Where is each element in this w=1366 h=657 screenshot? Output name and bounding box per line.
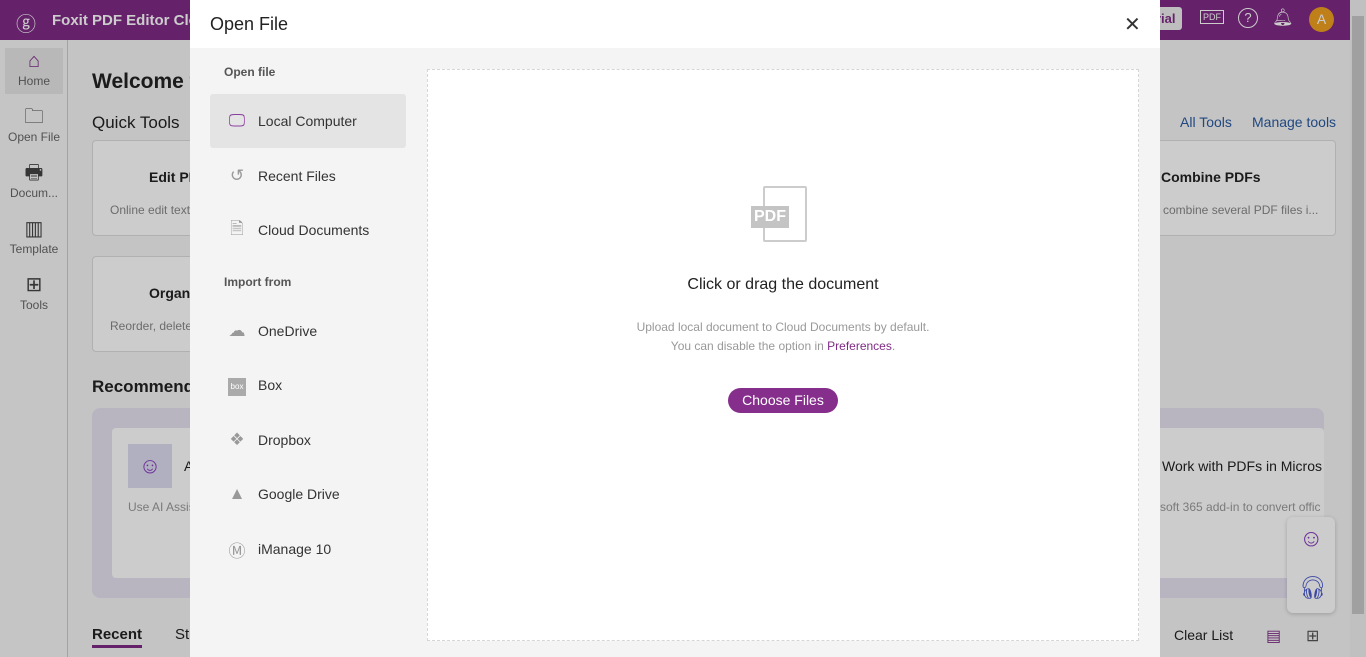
pdf-file-icon: PDF — [751, 186, 807, 242]
google-drive-icon: ▲ — [228, 484, 246, 503]
nav-imanage[interactable]: ⓂiManage 10 — [210, 522, 406, 576]
nav-label: Cloud Documents — [258, 222, 370, 238]
dropbox-icon: ❖ — [229, 430, 245, 449]
dialog-title: Open File — [210, 14, 289, 34]
nav-label: Dropbox — [258, 432, 311, 448]
hint-text: You can disable the option in — [670, 339, 828, 353]
nav-dropbox[interactable]: ❖ Dropbox — [210, 413, 406, 467]
nav-google-drive[interactable]: ▲ Google Drive — [210, 467, 406, 521]
dialog-header: Open File ✕ — [190, 0, 1160, 48]
section-import-from: Import from — [224, 275, 292, 289]
drop-hint-2: You can disable the option in Preference… — [428, 339, 1138, 353]
drop-title: Click or drag the document — [687, 276, 879, 293]
nav-local-computer[interactable]: 🖵 Local Computer — [210, 94, 406, 148]
imanage-icon: Ⓜ — [228, 541, 246, 561]
open-file-dialog: Open File ✕ Open file 🖵 Local Computer ↺ R… — [190, 0, 1160, 657]
history-icon: ↺ — [229, 166, 245, 185]
nav-label: Google Drive — [258, 486, 340, 502]
nav-label: iManage 10 — [258, 541, 332, 557]
monitor-icon: 🖵 — [228, 111, 246, 130]
drop-hint-1: Upload local document to Cloud Documents… — [636, 320, 930, 334]
nav-cloud-documents[interactable]: 🗎 Cloud Documents — [210, 203, 406, 257]
pdf-icon-label: PDF — [751, 206, 789, 228]
nav-label: Recent Files — [258, 168, 336, 184]
document-icon: 🗎 — [230, 218, 244, 238]
section-open-file: Open file — [224, 65, 276, 79]
nav-label: OneDrive — [258, 323, 318, 339]
choose-files-button[interactable]: Choose Files — [728, 388, 838, 413]
nav-label: Local Computer — [258, 113, 357, 129]
onedrive-icon: ☁ — [228, 321, 246, 340]
preferences-link[interactable]: Preferences — [827, 339, 892, 353]
nav-onedrive[interactable]: ☁ OneDrive — [210, 304, 406, 358]
nav-recent-files[interactable]: ↺ Recent Files — [210, 149, 406, 203]
drop-zone[interactable]: PDF Click or drag the document Upload lo… — [427, 69, 1139, 641]
nav-box[interactable]: box Box — [210, 358, 406, 412]
close-icon[interactable]: ✕ — [1124, 12, 1141, 37]
hint-text: . — [891, 339, 896, 353]
nav-label: Box — [258, 377, 283, 393]
box-icon: box — [226, 374, 248, 396]
